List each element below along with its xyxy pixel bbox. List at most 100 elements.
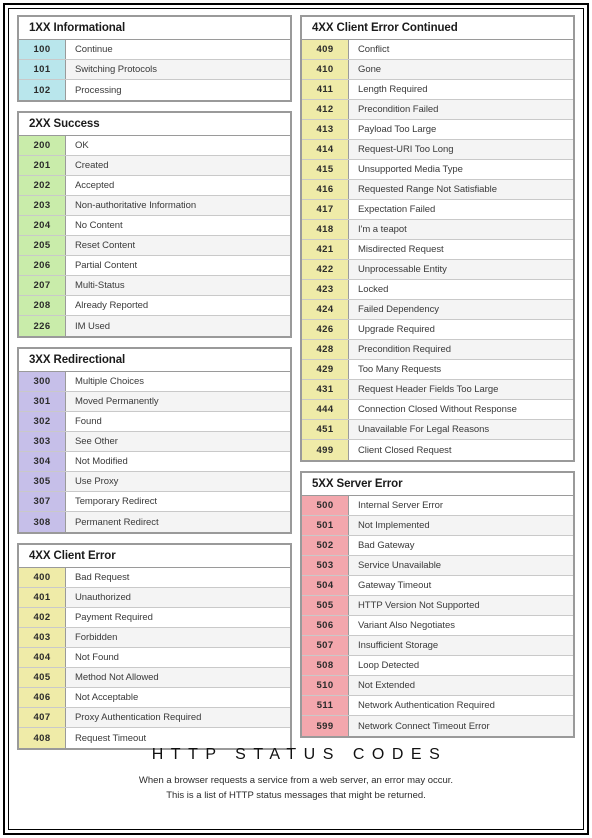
status-message-cell: Unavailable For Legal Reasons	[349, 420, 573, 439]
table-row[interactable]: 302 Found	[19, 412, 290, 432]
table-row[interactable]: 410 Gone	[302, 60, 573, 80]
table-row[interactable]: 510 Not Extended	[302, 676, 573, 696]
table-row[interactable]: 599 Network Connect Timeout Error	[302, 716, 573, 736]
table-row[interactable]: 404 Not Found	[19, 648, 290, 668]
table-row[interactable]: 506 Variant Also Negotiates	[302, 616, 573, 636]
status-message-cell: Temporary Redirect	[66, 492, 290, 511]
status-message-cell: Accepted	[66, 176, 290, 195]
table-row[interactable]: 102 Processing	[19, 80, 290, 100]
table-row[interactable]: 101 Switching Protocols	[19, 60, 290, 80]
table-row[interactable]: 301 Moved Permanently	[19, 392, 290, 412]
status-message-cell: Insufficient Storage	[349, 636, 573, 655]
status-code-cell: 424	[302, 300, 349, 319]
table-row[interactable]: 402 Payment Required	[19, 608, 290, 628]
table-row[interactable]: 303 See Other	[19, 432, 290, 452]
status-code-cell: 200	[19, 136, 66, 155]
table-row[interactable]: 401 Unauthorized	[19, 588, 290, 608]
status-message-cell: Moved Permanently	[66, 392, 290, 411]
table-row[interactable]: 501 Not Implemented	[302, 516, 573, 536]
status-message-cell: See Other	[66, 432, 290, 451]
status-message-cell: Request Timeout	[66, 728, 290, 748]
table-row[interactable]: 400 Bad Request	[19, 568, 290, 588]
status-code-cell: 429	[302, 360, 349, 379]
status-code-cell: 413	[302, 120, 349, 139]
status-row-list: 400 Bad Request 401 Unauthorized 402 Payment …	[19, 568, 290, 748]
table-row[interactable]: 305 Use Proxy	[19, 472, 290, 492]
table-row[interactable]: 409 Conflict	[302, 40, 573, 60]
table-row[interactable]: 417 Expectation Failed	[302, 200, 573, 220]
table-row[interactable]: 300 Multiple Choices	[19, 372, 290, 392]
table-row[interactable]: 207 Multi-Status	[19, 276, 290, 296]
status-message-cell: Payload Too Large	[349, 120, 573, 139]
table-row[interactable]: 408 Request Timeout	[19, 728, 290, 748]
table-row[interactable]: 304 Not Modified	[19, 452, 290, 472]
table-row[interactable]: 206 Partial Content	[19, 256, 290, 276]
table-row[interactable]: 503 Service Unavailable	[302, 556, 573, 576]
table-row[interactable]: 421 Misdirected Request	[302, 240, 573, 260]
status-message-cell: Forbidden	[66, 628, 290, 647]
table-row[interactable]: 201 Created	[19, 156, 290, 176]
status-message-cell: Multi-Status	[66, 276, 290, 295]
status-message-cell: Processing	[66, 80, 290, 100]
table-row[interactable]: 307 Temporary Redirect	[19, 492, 290, 512]
table-row[interactable]: 204 No Content	[19, 216, 290, 236]
table-row[interactable]: 202 Accepted	[19, 176, 290, 196]
table-row[interactable]: 411 Length Required	[302, 80, 573, 100]
table-row[interactable]: 429 Too Many Requests	[302, 360, 573, 380]
table-row[interactable]: 451 Unavailable For Legal Reasons	[302, 420, 573, 440]
table-row[interactable]: 405 Method Not Allowed	[19, 668, 290, 688]
table-row[interactable]: 100 Continue	[19, 40, 290, 60]
section-header-4xx-cont: 4XX Client Error Continued	[302, 17, 573, 40]
table-row[interactable]: 502 Bad Gateway	[302, 536, 573, 556]
table-row[interactable]: 205 Reset Content	[19, 236, 290, 256]
table-row[interactable]: 507 Insufficient Storage	[302, 636, 573, 656]
table-row[interactable]: 422 Unprocessable Entity	[302, 260, 573, 280]
table-row[interactable]: 508 Loop Detected	[302, 656, 573, 676]
status-code-cell: 100	[19, 40, 66, 59]
status-message-cell: Client Closed Request	[349, 440, 573, 460]
status-code-cell: 300	[19, 372, 66, 391]
status-message-cell: Not Found	[66, 648, 290, 667]
table-row[interactable]: 414 Request-URI Too Long	[302, 140, 573, 160]
status-message-cell: Found	[66, 412, 290, 431]
table-row[interactable]: 418 I'm a teapot	[302, 220, 573, 240]
table-row[interactable]: 423 Locked	[302, 280, 573, 300]
status-code-cell: 403	[19, 628, 66, 647]
table-row[interactable]: 208 Already Reported	[19, 296, 290, 316]
status-code-cell: 410	[302, 60, 349, 79]
status-code-cell: 308	[19, 512, 66, 532]
table-row[interactable]: 428 Precondition Required	[302, 340, 573, 360]
table-row[interactable]: 444 Connection Closed Without Response	[302, 400, 573, 420]
status-code-cell: 508	[302, 656, 349, 675]
table-row[interactable]: 406 Not Acceptable	[19, 688, 290, 708]
section-header-3xx: 3XX Redirectional	[19, 349, 290, 372]
table-row[interactable]: 226 IM Used	[19, 316, 290, 336]
status-code-cell: 501	[302, 516, 349, 535]
status-code-cell: 102	[19, 80, 66, 100]
table-row[interactable]: 431 Request Header Fields Too Large	[302, 380, 573, 400]
section-header-2xx: 2XX Success	[19, 113, 290, 136]
table-row[interactable]: 499 Client Closed Request	[302, 440, 573, 460]
table-row[interactable]: 505 HTTP Version Not Supported	[302, 596, 573, 616]
table-row[interactable]: 511 Network Authentication Required	[302, 696, 573, 716]
status-row-list: 500 Internal Server Error 501 Not Implement…	[302, 496, 573, 736]
table-row[interactable]: 424 Failed Dependency	[302, 300, 573, 320]
table-row[interactable]: 412 Precondition Failed	[302, 100, 573, 120]
status-code-cell: 444	[302, 400, 349, 419]
table-row[interactable]: 203 Non-authoritative Information	[19, 196, 290, 216]
table-row[interactable]: 403 Forbidden	[19, 628, 290, 648]
status-code-cell: 423	[302, 280, 349, 299]
status-code-cell: 504	[302, 576, 349, 595]
table-row[interactable]: 415 Unsupported Media Type	[302, 160, 573, 180]
table-row[interactable]: 407 Proxy Authentication Required	[19, 708, 290, 728]
table-row[interactable]: 500 Internal Server Error	[302, 496, 573, 516]
table-row[interactable]: 200 OK	[19, 136, 290, 156]
table-row[interactable]: 413 Payload Too Large	[302, 120, 573, 140]
status-section-4xx-cont: 4XX Client Error Continued 409 Conflict 410…	[300, 15, 575, 462]
table-row[interactable]: 416 Requested Range Not Satisfiable	[302, 180, 573, 200]
table-row[interactable]: 426 Upgrade Required	[302, 320, 573, 340]
status-message-cell: Expectation Failed	[349, 200, 573, 219]
table-row[interactable]: 504 Gateway Timeout	[302, 576, 573, 596]
status-code-cell: 404	[19, 648, 66, 667]
table-row[interactable]: 308 Permanent Redirect	[19, 512, 290, 532]
